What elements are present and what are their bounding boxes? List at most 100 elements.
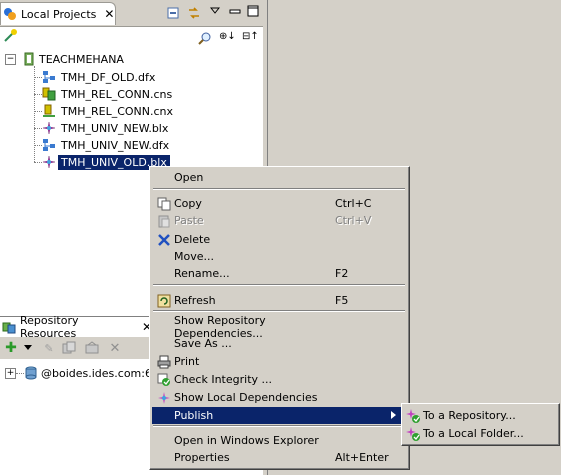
menu-item-shortcut: F5 xyxy=(335,294,349,307)
menu-icon-spacer xyxy=(156,266,172,282)
menu-icon-spacer xyxy=(156,433,172,449)
remove-icon: ✕ xyxy=(109,340,121,356)
local-projects-icon xyxy=(3,7,17,21)
menu-icon-spacer xyxy=(156,450,172,466)
submenu-item-to-a-local-folder[interactable]: To a Local Folder... xyxy=(404,425,555,442)
tree-connector xyxy=(34,110,42,112)
tree-node-server[interactable]: + @boides.ides.com:640 xyxy=(5,365,169,381)
tree-connector xyxy=(34,161,42,163)
menu-item-copy[interactable]: Copy Ctrl+C xyxy=(152,195,405,212)
search-icon[interactable] xyxy=(197,30,213,46)
link-editor-icon[interactable] xyxy=(186,5,202,21)
menu-item-paste: Paste Ctrl+V xyxy=(152,212,405,229)
file-label: TMH_UNIV_NEW.dfx xyxy=(61,138,170,152)
submenu-item-label: To a Local Folder... xyxy=(423,427,524,440)
file-label: TMH_UNIV_NEW.blx xyxy=(61,121,169,135)
publish-repository-icon xyxy=(405,408,421,424)
tab-local-projects[interactable]: Local Projects ✕ xyxy=(0,2,116,25)
expand-icon[interactable]: + xyxy=(5,367,16,379)
dfx-icon xyxy=(42,70,56,84)
copy-icon xyxy=(156,196,172,212)
repository-icon xyxy=(2,320,16,334)
view-menu-icon[interactable] xyxy=(207,3,223,19)
menu-item-label: Move... xyxy=(174,250,214,263)
menu-item-print[interactable]: Print xyxy=(152,353,405,370)
submenu-item-label: To a Repository... xyxy=(423,409,516,422)
tree-node-file[interactable]: TMH_UNIV_NEW.blx xyxy=(34,120,171,136)
menu-item-label: Refresh xyxy=(174,294,216,307)
close-icon[interactable]: ✕ xyxy=(104,7,114,21)
blx-icon xyxy=(42,121,56,135)
menu-item-label: Show Local Dependencies xyxy=(174,391,318,404)
dropdown-icon[interactable] xyxy=(20,340,36,356)
project-label: TEACHMEHANA xyxy=(39,52,124,66)
add-icon[interactable]: ✚ xyxy=(3,340,19,356)
collapse-icon[interactable]: − xyxy=(5,53,16,65)
publish-folder-icon xyxy=(405,426,421,442)
menu-item-shortcut: Ctrl+C xyxy=(335,197,372,210)
menu-item-publish[interactable]: Publish xyxy=(152,407,405,424)
paste-icon xyxy=(156,213,172,229)
menu-item-label: Rename... xyxy=(174,267,230,280)
tab-label: Local Projects xyxy=(21,7,97,21)
project-icon xyxy=(22,52,36,66)
cnx-icon xyxy=(42,104,56,118)
disconnect-icon xyxy=(84,340,100,356)
menu-item-check-integrity[interactable]: Check Integrity ... xyxy=(152,371,405,388)
maximize-view-icon[interactable] xyxy=(245,3,261,19)
file-label: TMH_DF_OLD.dfx xyxy=(61,70,156,84)
menu-item-label: Publish xyxy=(174,409,214,422)
menu-item-shortcut: Alt+Enter xyxy=(335,451,389,464)
menu-icon-spacer xyxy=(156,170,172,186)
menu-item-refresh[interactable]: Refresh F5 xyxy=(152,292,405,309)
menu-icon-spacer xyxy=(156,319,172,335)
menu-icon-spacer xyxy=(156,336,172,352)
menu-item-show-local-dependencies[interactable]: Show Local Dependencies xyxy=(152,389,405,406)
menu-item-show-repository-dependencies[interactable]: Show Repository Dependencies... xyxy=(152,314,405,340)
menu-item-label: Check Integrity ... xyxy=(174,373,273,386)
menu-item-delete[interactable]: Delete xyxy=(152,231,405,248)
menu-item-open-in-windows-explorer[interactable]: Open in Windows Explorer xyxy=(152,432,405,449)
submenu-item-to-a-repository[interactable]: To a Repository... xyxy=(404,407,555,424)
new-project-icon[interactable] xyxy=(2,28,18,44)
menu-separator xyxy=(153,188,405,190)
minimize-icon[interactable] xyxy=(165,5,181,21)
delete-icon xyxy=(156,232,172,248)
menu-item-shortcut: F2 xyxy=(335,267,349,280)
menu-item-move[interactable]: Move... xyxy=(152,248,405,265)
menu-item-save-as[interactable]: Save As ... xyxy=(152,335,405,352)
tab-repository-resources[interactable]: Repository Resources ✕ xyxy=(0,314,153,340)
menu-item-label: Open in Windows Explorer xyxy=(174,434,319,447)
tree-node-file[interactable]: TMH_UNIV_NEW.dfx xyxy=(34,137,172,153)
menu-item-open[interactable]: Open xyxy=(152,169,405,186)
print-icon xyxy=(156,354,172,370)
connect-icon xyxy=(61,340,77,356)
tree-node-project[interactable]: − TEACHMEHANA xyxy=(5,51,127,67)
collapse-all-button[interactable]: ⊟↑ xyxy=(242,31,259,42)
publish-submenu: To a Repository... To a Local Folder... xyxy=(401,403,560,446)
check-integrity-icon xyxy=(156,372,172,388)
menu-item-shortcut: Ctrl+V xyxy=(335,214,372,227)
menu-item-label: Save As ... xyxy=(174,337,232,350)
local-dependencies-icon xyxy=(156,390,172,406)
menu-item-label: Open xyxy=(174,171,204,184)
menu-separator xyxy=(153,425,405,427)
menu-item-label: Paste xyxy=(174,214,204,227)
refresh-icon xyxy=(156,293,172,309)
file-label: TMH_REL_CONN.cnx xyxy=(61,104,174,118)
expand-all-button[interactable]: ⊕↓ xyxy=(219,31,236,42)
tree-node-file[interactable]: TMH_DF_OLD.dfx xyxy=(34,69,158,85)
blx-icon xyxy=(42,155,56,169)
edit-icon: ✎ xyxy=(44,341,54,355)
server-icon xyxy=(24,366,38,380)
tree-node-file[interactable]: TMH_REL_CONN.cns xyxy=(34,86,175,102)
minimize-view-icon[interactable] xyxy=(227,3,243,19)
menu-icon-spacer xyxy=(156,249,172,265)
context-menu: Open Copy Ctrl+C Paste Ctrl+V Delete Move... Re… xyxy=(149,166,410,470)
menu-separator xyxy=(153,310,405,312)
menu-item-rename[interactable]: Rename... F2 xyxy=(152,265,405,282)
menu-item-properties[interactable]: Properties Alt+Enter xyxy=(152,449,405,466)
menu-separator xyxy=(153,284,405,286)
tree-connector xyxy=(34,144,42,146)
tree-node-file[interactable]: TMH_REL_CONN.cnx xyxy=(34,103,176,119)
